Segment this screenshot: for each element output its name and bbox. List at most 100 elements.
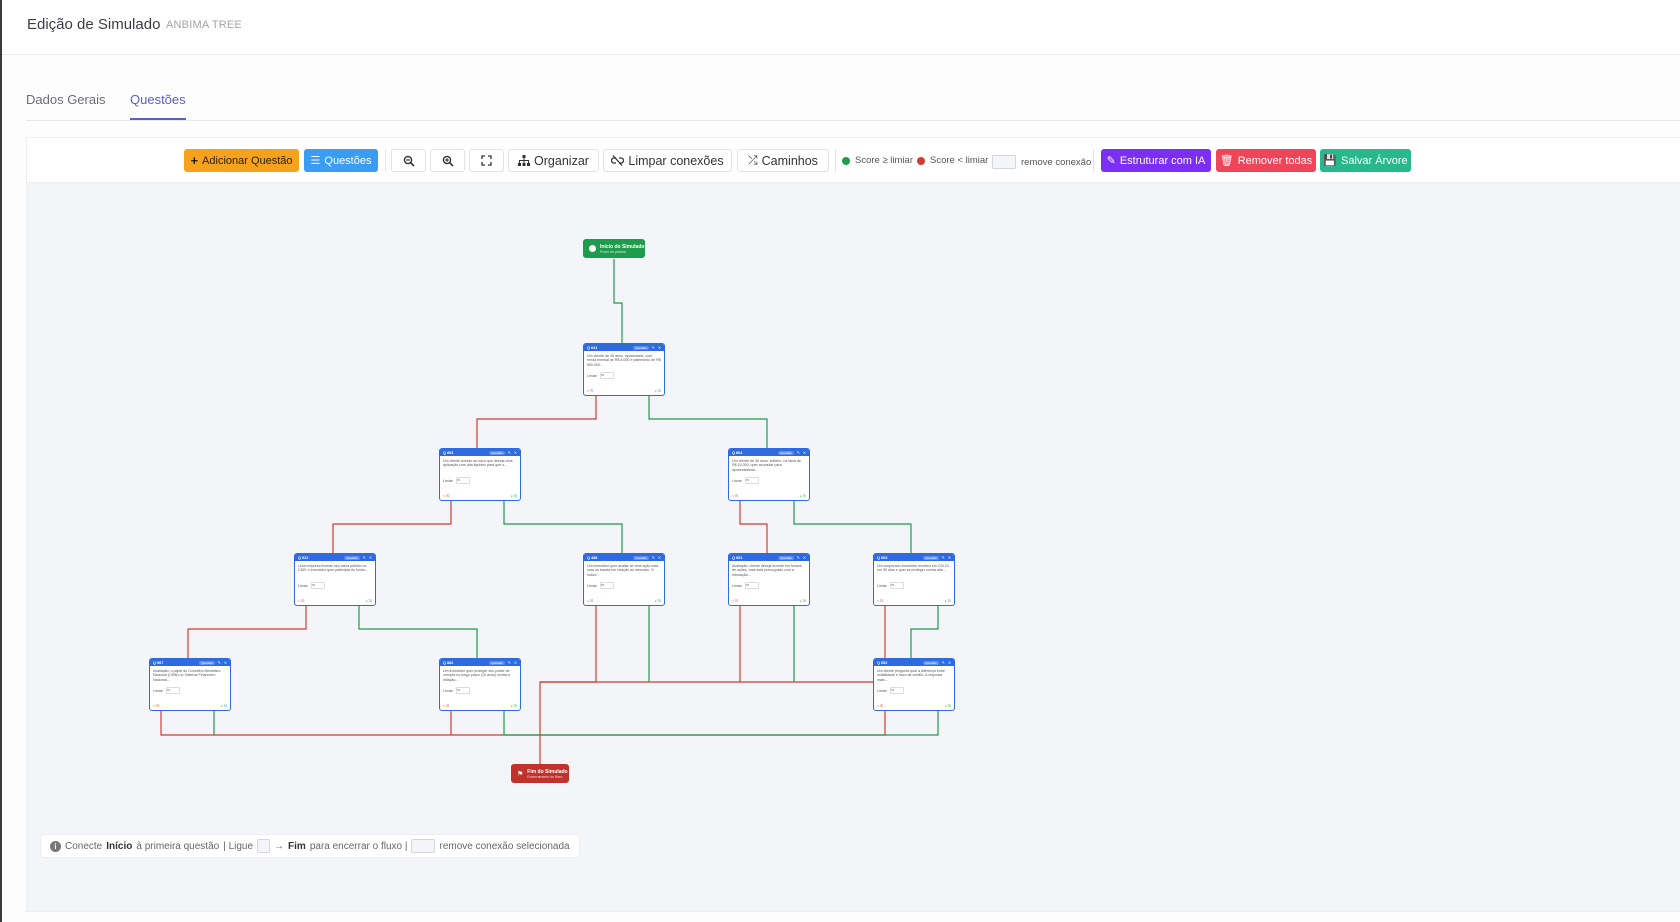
clear-connections-label: Limpar conexões (628, 153, 724, 168)
connection-edge[interactable] (187, 606, 307, 658)
zoom-in-button[interactable] (430, 149, 465, 172)
add-question-button[interactable]: + Adicionar Questão (184, 149, 299, 172)
fail-port[interactable]: < 70 (877, 704, 883, 708)
close-icon[interactable]: ✕ (514, 660, 517, 665)
close-icon[interactable]: ✕ (948, 660, 951, 665)
edit-icon[interactable]: ✎ (218, 660, 221, 665)
pass-port[interactable]: ≥ 70 (655, 389, 661, 393)
connection-edge[interactable] (739, 501, 768, 553)
pass-port[interactable]: ≥ 70 (511, 704, 517, 708)
close-icon[interactable]: ✕ (803, 555, 806, 560)
zoom-out-button[interactable] (391, 149, 426, 172)
connection-edge[interactable] (540, 606, 597, 683)
fail-port[interactable]: < 70 (732, 599, 738, 603)
connection-edge[interactable] (160, 711, 540, 736)
pass-port[interactable]: ≥ 70 (800, 599, 806, 603)
pass-port[interactable]: ≥ 70 (655, 599, 661, 603)
tab-questoes[interactable]: Questões (130, 92, 186, 107)
threshold-input[interactable]: 70 (889, 582, 904, 589)
pass-port[interactable]: ≥ 70 (511, 494, 517, 498)
close-icon[interactable]: ✕ (224, 660, 227, 665)
edit-icon[interactable]: ✎ (797, 450, 800, 455)
connection-edge[interactable] (613, 259, 623, 343)
legend-remove: remove conexão (992, 155, 1091, 169)
connection-edge[interactable] (332, 501, 452, 553)
pass-port[interactable]: ≥ 70 (366, 599, 372, 603)
question-node[interactable]: Q 652 Questão ✎ ✕ Um cliente pergunta qual a… (873, 658, 955, 711)
question-node[interactable]: Q 893 Questão ✎ ✕ Um cliente avesso ao risco… (439, 448, 521, 501)
end-node[interactable]: ⚑ Fim do Simulado Encerramento do fluxo (511, 764, 569, 783)
close-icon[interactable]: ✕ (514, 450, 517, 455)
question-node-header: Q 603 Questão ✎ ✕ (874, 554, 954, 561)
question-node[interactable]: Q 804 Questão ✎ ✕ Um cliente de 35 anos, sol… (728, 448, 810, 501)
connection-edge[interactable] (793, 501, 912, 553)
pencil-icon: ✎ (1106, 155, 1116, 167)
fail-port[interactable]: < 70 (877, 599, 883, 603)
tab-dados-gerais[interactable]: Dados Gerais (26, 92, 105, 107)
question-node[interactable]: Q 603 Questão ✎ ✕ Um cooperado investidor re… (873, 553, 955, 606)
close-icon[interactable]: ✕ (948, 555, 951, 560)
remove-all-button[interactable]: 🗑 Remover todas (1216, 149, 1316, 172)
close-icon[interactable]: ✕ (803, 450, 806, 455)
connection-edge[interactable] (910, 606, 939, 658)
edit-icon[interactable]: ✎ (652, 555, 655, 560)
connection-edge[interactable] (540, 711, 939, 736)
edit-icon[interactable]: ✎ (652, 345, 655, 350)
ai-structure-button[interactable]: ✎ Estruturar com IA (1101, 149, 1211, 172)
question-node[interactable]: Q 567 Questão ✎ ✕ Avaliação: o papel do Cons… (149, 658, 231, 711)
threshold-input[interactable]: 70 (599, 582, 614, 589)
add-question-label: Adicionar Questão (202, 154, 293, 167)
questions-label: Questões (324, 154, 372, 167)
threshold-input[interactable]: 70 (310, 582, 325, 589)
connection-edge[interactable] (503, 501, 623, 553)
connection-edge[interactable] (503, 711, 540, 736)
threshold-input[interactable]: 70 (744, 582, 759, 589)
fit-view-button[interactable] (469, 149, 504, 172)
fail-port[interactable]: < 70 (587, 389, 593, 393)
question-node[interactable]: Q 458 Questão ✎ ✕ Um investidor quer avaliar… (583, 553, 665, 606)
clear-connections-button[interactable]: Limpar conexões (603, 149, 732, 172)
threshold-input[interactable]: 70 (889, 687, 904, 694)
start-node[interactable]: Início do Simulado Ponto de partida (583, 239, 645, 258)
question-node[interactable]: Q 641 Questão ✎ ✕ Um cliente de 45 anos, apo… (583, 343, 665, 396)
threshold-input[interactable]: 70 (599, 372, 614, 379)
edit-icon[interactable]: ✎ (797, 555, 800, 560)
edit-icon[interactable]: ✎ (508, 660, 511, 665)
close-icon[interactable]: ✕ (369, 555, 372, 560)
fail-port[interactable]: < 70 (587, 599, 593, 603)
fail-port[interactable]: < 70 (298, 599, 304, 603)
threshold-row: Limiar 70 (584, 371, 664, 380)
pass-port[interactable]: ≥ 70 (945, 704, 951, 708)
threshold-input[interactable]: 70 (165, 687, 180, 694)
save-tree-button[interactable]: 💾 Salvar Árvore (1320, 149, 1411, 172)
edit-icon[interactable]: ✎ (508, 450, 511, 455)
threshold-input[interactable]: 70 (455, 687, 470, 694)
threshold-label: Limiar (443, 688, 453, 693)
connection-edge[interactable] (476, 396, 597, 448)
fail-port[interactable]: < 70 (153, 704, 159, 708)
connection-edge[interactable] (648, 396, 768, 448)
pass-port[interactable]: ≥ 70 (945, 599, 951, 603)
flow-canvas[interactable]: Q 641 Questão ✎ ✕ Um cliente de 45 anos, apo… (27, 183, 1680, 911)
threshold-input[interactable]: 70 (744, 477, 759, 484)
edit-icon[interactable]: ✎ (363, 555, 366, 560)
connection-edge[interactable] (539, 681, 886, 764)
edit-icon[interactable]: ✎ (942, 555, 945, 560)
questions-button[interactable]: ☰ Questões (304, 149, 378, 172)
organize-button[interactable]: Organizar (508, 149, 599, 172)
fail-port[interactable]: < 70 (443, 704, 449, 708)
threshold-input[interactable]: 70 (455, 477, 470, 484)
pass-port[interactable]: ≥ 70 (221, 704, 227, 708)
fail-port[interactable]: < 70 (443, 494, 449, 498)
edit-icon[interactable]: ✎ (942, 660, 945, 665)
fail-port[interactable]: < 70 (732, 494, 738, 498)
connection-edge[interactable] (358, 606, 478, 658)
paths-button[interactable]: ⤮ Caminhos (737, 149, 829, 172)
close-icon[interactable]: ✕ (658, 345, 661, 350)
question-node[interactable]: Q 922 Questão ✎ ✕ Uma empresa investe seu ca… (294, 553, 376, 606)
close-icon[interactable]: ✕ (658, 555, 661, 560)
question-node[interactable]: Q 651 Questão ✎ ✕ Avaliação: cliente deseja … (728, 553, 810, 606)
connection-edge[interactable] (540, 711, 886, 736)
question-node[interactable]: Q 882 Questão ✎ ✕ Um investidor quer protege… (439, 658, 521, 711)
pass-port[interactable]: ≥ 70 (800, 494, 806, 498)
